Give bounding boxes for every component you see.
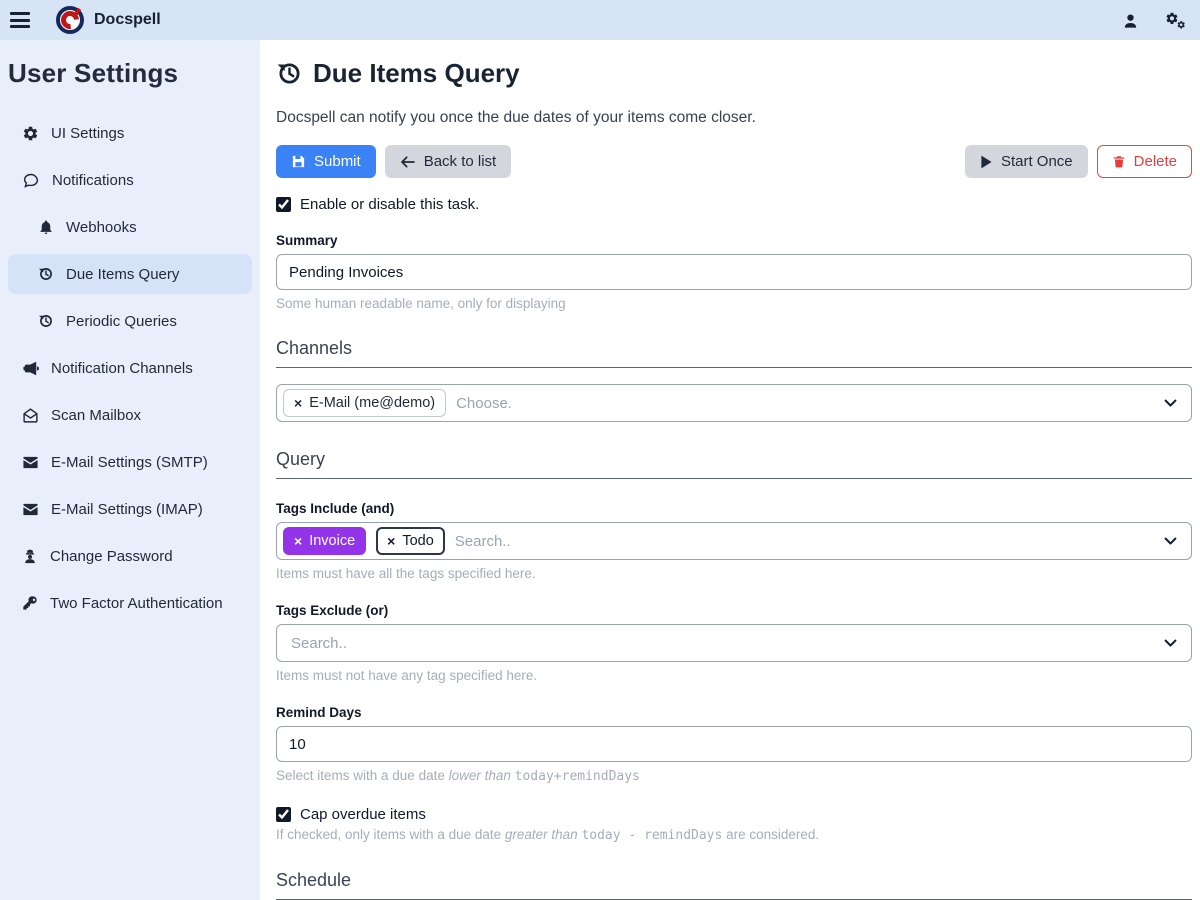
- remind-days-input[interactable]: [276, 726, 1192, 762]
- save-icon: [291, 154, 306, 169]
- page-title: Due Items Query: [276, 58, 1192, 89]
- history-icon: [276, 60, 303, 87]
- remind-days-label: Remind Days: [276, 705, 1192, 720]
- submit-button[interactable]: Submit: [276, 145, 376, 178]
- sidebar-item-due-items-query[interactable]: Due Items Query: [8, 254, 252, 294]
- divider: [276, 367, 1192, 368]
- user-secret-icon: [22, 548, 38, 565]
- play-icon: [980, 155, 993, 169]
- sidebar-item-periodic-queries[interactable]: Periodic Queries: [8, 301, 252, 341]
- bullhorn-icon: [22, 360, 39, 377]
- main-content: Due Items Query Docspell can notify you …: [260, 40, 1200, 900]
- back-to-list-button[interactable]: Back to list: [385, 145, 512, 178]
- remove-icon[interactable]: ×: [294, 396, 302, 410]
- sidebar-item-email-imap[interactable]: E-Mail Settings (IMAP): [8, 489, 252, 529]
- settings-sidebar: User Settings UI Settings Notifications …: [0, 40, 260, 900]
- tags-exclude-placeholder: Search..: [291, 635, 347, 652]
- cap-overdue-checkbox-row: Cap overdue items: [276, 806, 1192, 823]
- tags-include-select[interactable]: × Invoice × Todo Search..: [276, 522, 1192, 560]
- envelope-open-icon: [22, 407, 39, 424]
- intro-text: Docspell can notify you once the due dat…: [276, 109, 1192, 127]
- chevron-down-icon[interactable]: [1164, 399, 1177, 408]
- tag-chip-invoice[interactable]: × Invoice: [283, 527, 366, 555]
- hamburger-menu-icon[interactable]: [10, 12, 30, 28]
- gear-icon: [22, 125, 39, 142]
- divider: [276, 478, 1192, 479]
- sidebar-item-notifications[interactable]: Notifications: [8, 160, 252, 200]
- history-icon: [38, 313, 54, 329]
- sidebar-item-email-smtp[interactable]: E-Mail Settings (SMTP): [8, 442, 252, 482]
- history-icon: [38, 266, 54, 282]
- summary-label: Summary: [276, 233, 1192, 248]
- cap-overdue-help: If checked, only items with a due date g…: [276, 827, 1192, 843]
- tag-chip-todo[interactable]: × Todo: [376, 527, 445, 555]
- start-once-button[interactable]: Start Once: [965, 145, 1088, 178]
- top-navbar: Docspell: [0, 0, 1200, 40]
- enable-task-checkbox-row: Enable or disable this task.: [276, 196, 1192, 213]
- delete-button[interactable]: Delete: [1097, 145, 1192, 178]
- query-heading: Query: [276, 449, 1192, 470]
- sidebar-item-webhooks[interactable]: Webhooks: [8, 207, 252, 247]
- enable-task-checkbox[interactable]: [276, 197, 291, 212]
- channel-chip-email[interactable]: × E-Mail (me@demo): [283, 389, 446, 417]
- envelope-icon: [22, 502, 39, 517]
- docspell-logo-icon: [56, 6, 84, 34]
- sidebar-item-ui-settings[interactable]: UI Settings: [8, 113, 252, 153]
- remove-icon[interactable]: ×: [387, 534, 395, 548]
- sidebar-item-scan-mailbox[interactable]: Scan Mailbox: [8, 395, 252, 435]
- gears-icon[interactable]: [1165, 11, 1186, 30]
- arrow-left-icon: [400, 155, 416, 169]
- envelope-icon: [22, 455, 39, 470]
- tags-include-label: Tags Include (and): [276, 501, 1192, 516]
- tags-exclude-help: Items must not have any tag specified he…: [276, 668, 1192, 683]
- brand[interactable]: Docspell: [56, 6, 161, 34]
- channels-placeholder: Choose.: [456, 395, 512, 412]
- user-icon[interactable]: [1122, 12, 1139, 29]
- summary-input[interactable]: [276, 254, 1192, 290]
- brand-name: Docspell: [94, 11, 161, 29]
- channels-heading: Channels: [276, 338, 1192, 359]
- tags-exclude-select[interactable]: Search..: [276, 624, 1192, 662]
- tags-exclude-label: Tags Exclude (or): [276, 603, 1192, 618]
- trash-icon: [1112, 154, 1126, 169]
- sidebar-item-two-factor-auth[interactable]: Two Factor Authentication: [8, 583, 252, 623]
- chevron-down-icon[interactable]: [1164, 639, 1177, 648]
- channels-select[interactable]: × E-Mail (me@demo) Choose.: [276, 384, 1192, 422]
- cap-overdue-checkbox[interactable]: [276, 807, 291, 822]
- tags-include-placeholder: Search..: [455, 533, 511, 550]
- remove-icon[interactable]: ×: [294, 534, 302, 548]
- chevron-down-icon[interactable]: [1164, 537, 1177, 546]
- summary-help: Some human readable name, only for displ…: [276, 296, 1192, 311]
- sidebar-item-change-password[interactable]: Change Password: [8, 536, 252, 576]
- schedule-heading: Schedule: [276, 870, 1192, 891]
- key-icon: [22, 595, 38, 611]
- remind-days-help: Select items with a due date lower than …: [276, 768, 1192, 784]
- comment-icon: [22, 172, 40, 189]
- sidebar-item-notification-channels[interactable]: Notification Channels: [8, 348, 252, 388]
- tags-include-help: Items must have all the tags specified h…: [276, 566, 1192, 581]
- bell-icon: [38, 219, 54, 235]
- sidebar-title: User Settings: [8, 58, 252, 89]
